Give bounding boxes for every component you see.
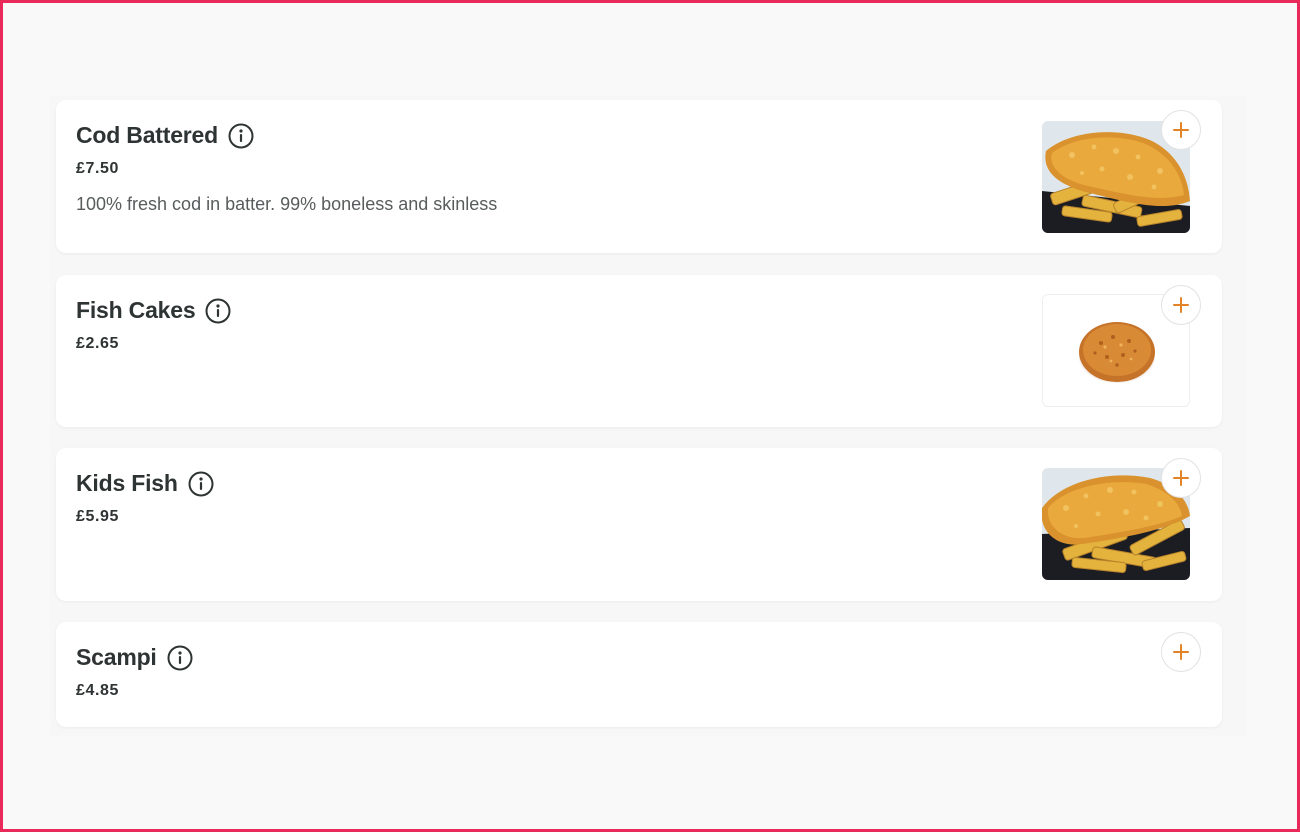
- item-title-row: Cod Battered: [76, 122, 254, 149]
- item-price: £2.65: [76, 335, 120, 352]
- item-price: £7.50: [76, 160, 120, 177]
- item-description: 100% fresh cod in batter. 99% boneless a…: [76, 194, 498, 214]
- item-name: Fish Cakes: [76, 297, 196, 323]
- item-title-row: Fish Cakes: [76, 297, 231, 324]
- menu-item-card[interactable]: Scampi £4.85: [56, 622, 1222, 727]
- item-name: Cod Battered: [76, 122, 219, 148]
- add-item-button[interactable]: [1161, 632, 1201, 672]
- item-name: Scampi: [76, 644, 157, 670]
- item-price: £4.85: [76, 682, 120, 699]
- add-item-button[interactable]: [1161, 458, 1201, 498]
- add-item-button[interactable]: [1161, 285, 1201, 325]
- info-icon[interactable]: [188, 471, 214, 497]
- info-icon[interactable]: [228, 123, 254, 149]
- plus-icon: [1173, 470, 1189, 486]
- info-icon[interactable]: [167, 645, 193, 671]
- plus-icon: [1173, 297, 1189, 313]
- add-item-button[interactable]: [1161, 110, 1201, 150]
- menu-item-card[interactable]: Cod Battered £7.50 100% fresh cod in bat…: [56, 100, 1222, 253]
- plus-icon: [1173, 122, 1189, 138]
- item-title-row: Scampi: [76, 644, 193, 671]
- item-title-row: Kids Fish: [76, 470, 214, 497]
- menu-item-card[interactable]: Fish Cakes £2.65: [56, 275, 1222, 427]
- plus-icon: [1173, 644, 1189, 660]
- info-icon[interactable]: [205, 298, 231, 324]
- item-price: £5.95: [76, 508, 120, 525]
- menu-item-card[interactable]: Kids Fish £5.95: [56, 448, 1222, 601]
- item-name: Kids Fish: [76, 470, 178, 496]
